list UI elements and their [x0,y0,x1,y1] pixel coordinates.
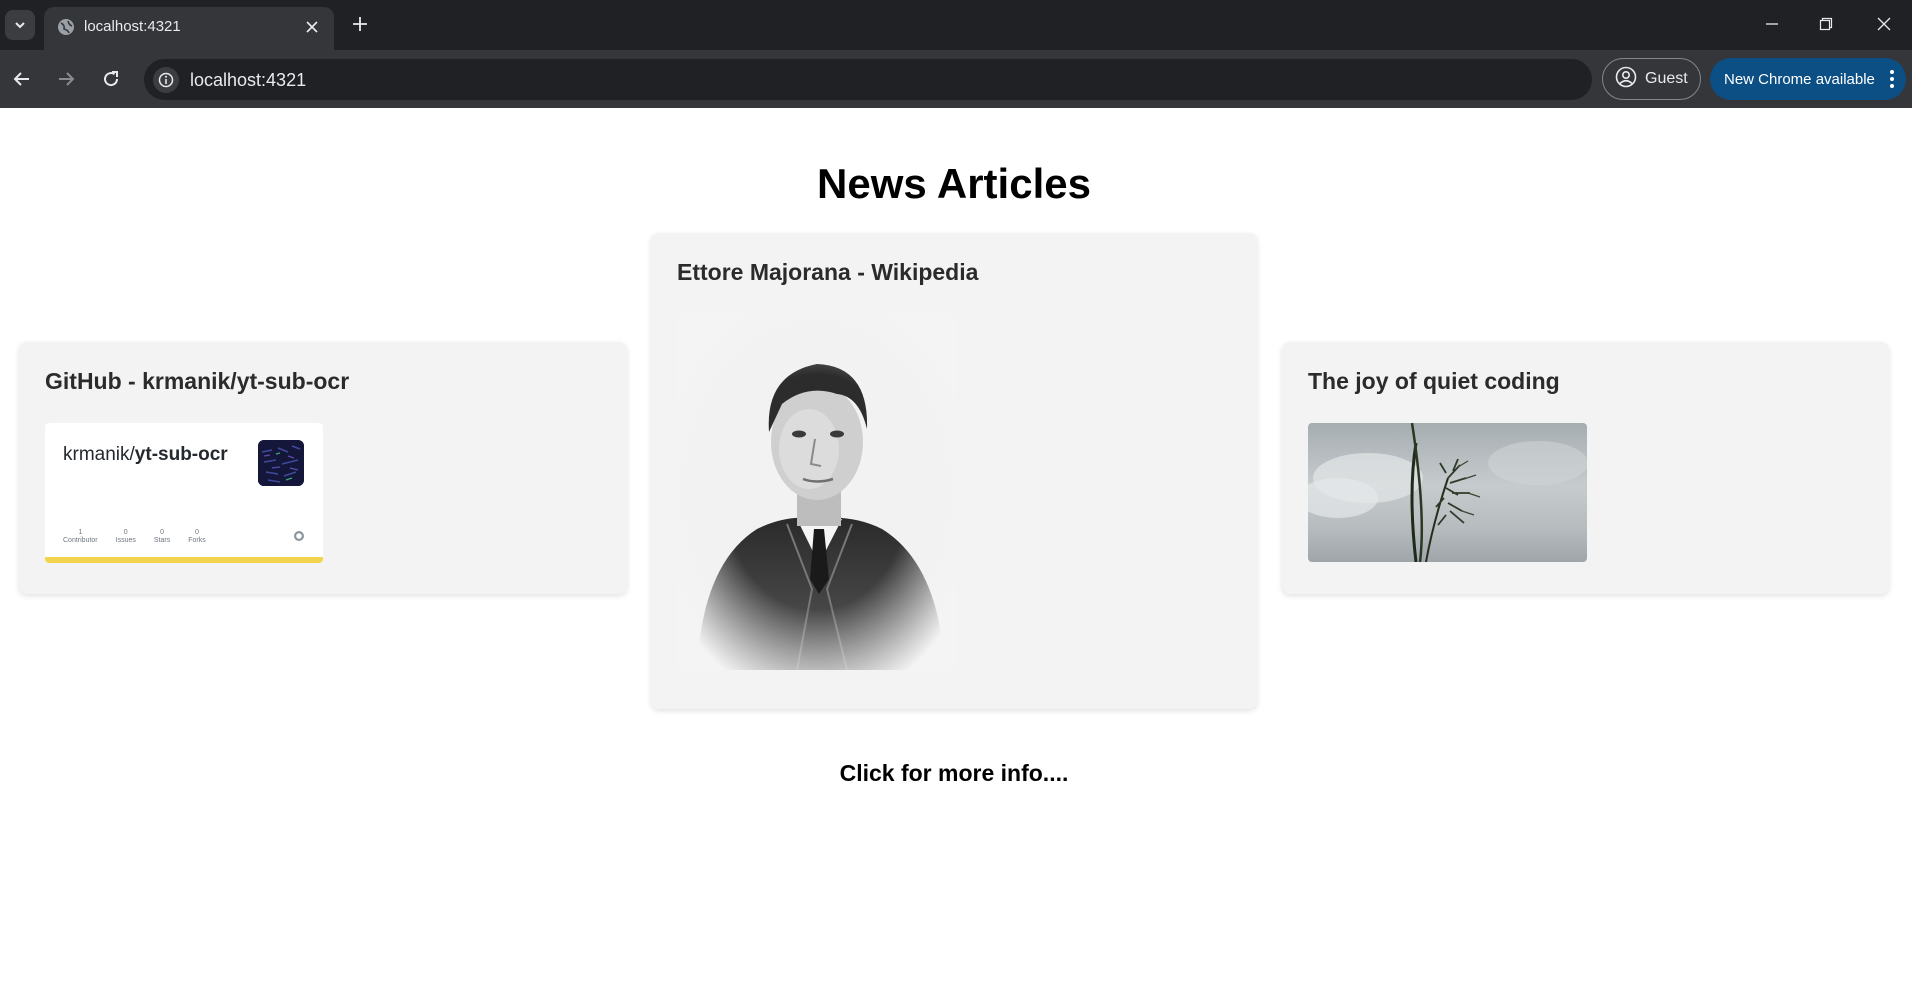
portrait-image [677,314,956,670]
repo-avatar [258,440,304,486]
article-card-quiet-coding[interactable]: The joy of quiet coding [1282,342,1889,594]
article-card-github[interactable]: GitHub - krmanik/yt-sub-ocr krmanik/yt-s… [19,342,627,594]
article-title: Ettore Majorana - Wikipedia [677,259,979,285]
minimize-icon[interactable] [1752,8,1792,40]
profile-icon [1615,66,1637,93]
profile-label: Guest [1645,70,1688,87]
page-title: News Articles [817,160,1091,207]
tab-search-icon[interactable] [5,10,35,40]
more-info-link[interactable]: Click for more info.... [0,759,1908,787]
restore-icon[interactable] [1806,8,1846,40]
back-icon[interactable] [7,64,37,94]
forward-icon[interactable] [51,64,81,94]
more-vert-icon[interactable] [1888,69,1896,89]
browser-tab[interactable]: localhost:4321 [44,7,334,50]
tab-title: localhost:4321 [84,18,181,35]
stat-issues: 0 Issues [115,529,136,544]
chrome-update-button[interactable]: New Chrome available [1710,58,1906,100]
github-icon [293,529,305,541]
update-label: New Chrome available [1724,70,1875,88]
address-bar[interactable]: localhost:4321 [144,59,1592,100]
grass-image [1308,423,1587,562]
globe-icon [56,17,76,37]
reload-icon[interactable] [96,64,126,94]
repo-name: krmanik/yt-sub-ocr [63,444,228,465]
site-info-icon[interactable] [153,67,179,93]
github-preview-image: krmanik/yt-sub-ocr 1 Contributor 0 Issues … [45,423,323,563]
article-card-majorana[interactable]: Ettore Majorana - Wikipedia [651,233,1257,709]
url-text: localhost:4321 [190,70,307,90]
stat-stars: 0 Stars [153,529,171,544]
stat-forks: 0 Forks [188,529,206,544]
stat-contributors: 1 Contributor [63,529,98,544]
article-title: The joy of quiet coding [1308,368,1560,394]
page-content: News Articles GitHub - krmanik/yt-sub-oc… [0,108,1912,993]
window-close-icon[interactable] [1864,8,1904,40]
close-icon[interactable] [302,17,322,37]
browser-toolbar: localhost:4321 Guest New Chrome availabl… [0,50,1912,108]
accent-bar [45,557,323,563]
repo-stats: 1 Contributor 0 Issues 0 Stars 0 Forks [63,529,206,545]
profile-button[interactable]: Guest [1602,58,1701,100]
plus-icon[interactable] [346,10,374,38]
tab-strip: localhost:4321 [0,0,1912,50]
article-title: GitHub - krmanik/yt-sub-ocr [45,368,350,394]
